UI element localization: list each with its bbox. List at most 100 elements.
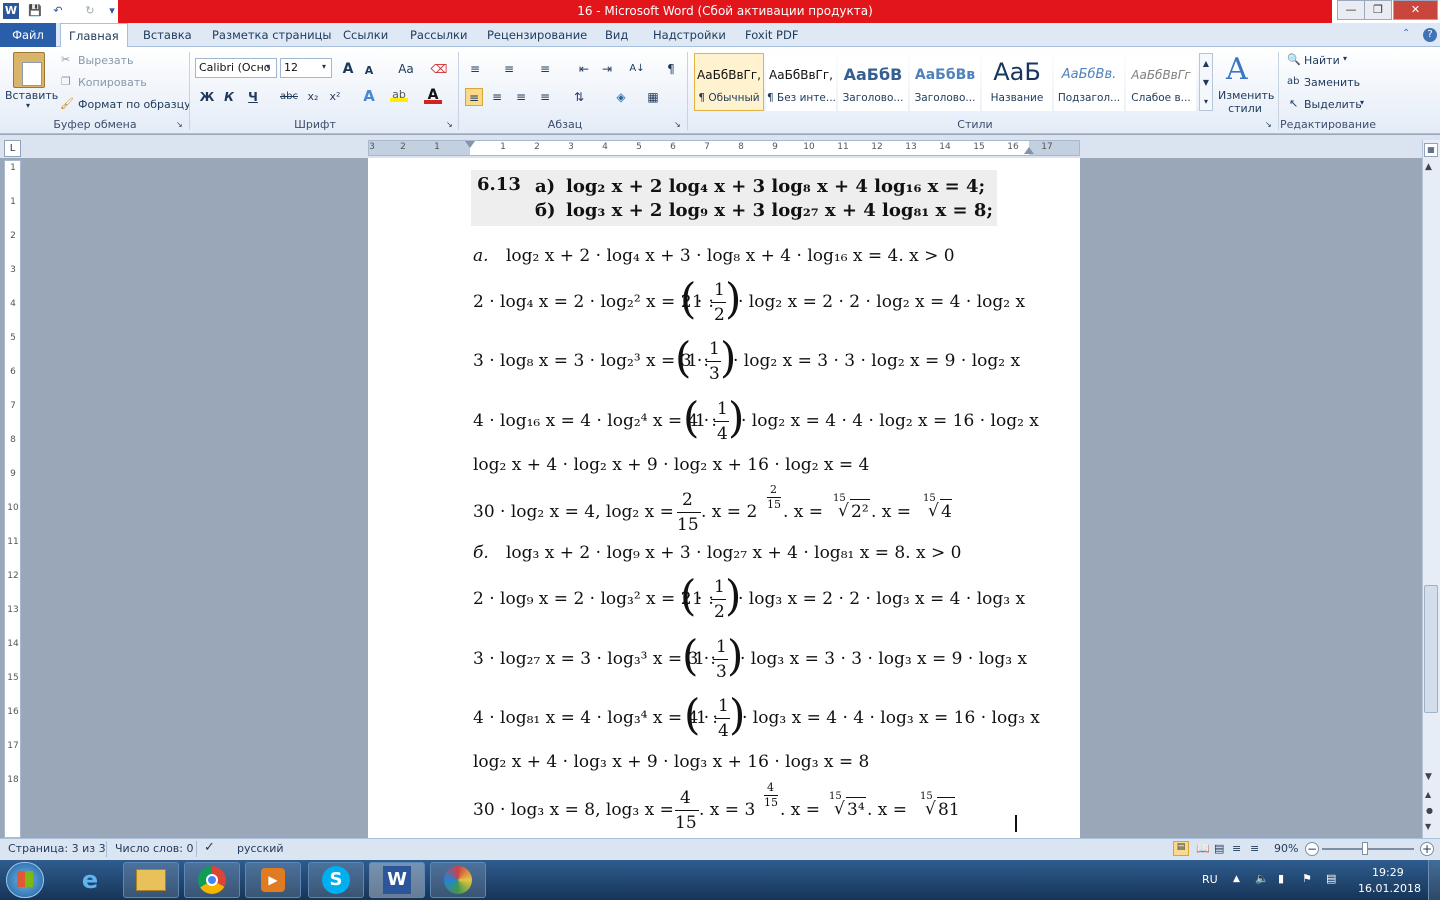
change-case-icon[interactable]: Aa [395, 60, 417, 78]
zoom-slider[interactable] [1322, 848, 1414, 850]
borders-icon[interactable]: ▦ [644, 88, 662, 106]
multilevel-list-icon[interactable]: ≡ [536, 60, 554, 78]
maximize-button[interactable]: ❐ [1364, 0, 1392, 20]
zoom-slider-thumb[interactable] [1362, 842, 1368, 855]
horizontal-ruler[interactable]: 3 2 1 1 2 3 4 5 6 7 8 9 10 11 12 13 14 1… [368, 140, 1080, 156]
tab-mailings[interactable]: Рассылки [402, 23, 475, 47]
align-center-icon[interactable]: ≡ [488, 88, 506, 106]
strikethrough-button[interactable]: abc [278, 88, 300, 106]
change-styles-button[interactable]: Изменить стили [1218, 89, 1274, 115]
draft-view-icon[interactable]: ≡ [1250, 842, 1259, 855]
word-icon[interactable]: W [3, 3, 19, 19]
find-button[interactable]: Найти [1304, 54, 1340, 67]
clipboard-launcher-icon[interactable]: ↘ [176, 120, 183, 129]
replace-button[interactable]: Заменить [1304, 76, 1360, 89]
find-dropdown-icon[interactable]: ▾ [1343, 54, 1347, 63]
undo-icon[interactable]: ↶ [50, 3, 66, 19]
prev-page-icon[interactable]: ▲ [1425, 790, 1431, 799]
style-no-spacing[interactable]: АаБбВвГг, ¶ Без инте... [766, 53, 836, 111]
save-icon[interactable]: 💾 [27, 3, 43, 19]
underline-button[interactable]: Ч [244, 88, 262, 106]
copy-button[interactable]: Копировать [78, 76, 147, 89]
tab-file[interactable]: Файл [0, 23, 56, 47]
italic-button[interactable]: К [220, 88, 238, 106]
font-name-combo[interactable]: Calibri (Осно [195, 58, 277, 78]
highlight-icon[interactable]: ab [390, 88, 408, 102]
numbering-icon[interactable]: ≡ [500, 60, 518, 78]
tab-foxit[interactable]: Foxit PDF [737, 23, 806, 47]
style-subtle-emphasis[interactable]: АаБбВвГг Слабое в... [1126, 53, 1196, 111]
battery-icon[interactable]: ▮ [1278, 872, 1284, 885]
paste-button[interactable]: Вставить [5, 89, 58, 102]
style-heading-1[interactable]: АаБбВ Заголово... [838, 53, 908, 111]
show-desktop-button[interactable] [1428, 860, 1440, 900]
zoom-level[interactable]: 90% [1274, 842, 1298, 855]
style-title[interactable]: АаБ Название [982, 53, 1052, 111]
tab-references[interactable]: Ссылки [335, 23, 396, 47]
justify-icon[interactable]: ≡ [536, 88, 554, 106]
scroll-up-icon[interactable]: ▲ [1425, 162, 1432, 172]
superscript-button[interactable]: x² [326, 88, 344, 106]
font-size-dropdown-icon[interactable]: ▾ [322, 62, 326, 71]
style-heading-2[interactable]: АаБбВв Заголово... [910, 53, 980, 111]
indent-marker[interactable] [465, 141, 475, 148]
increase-indent-icon[interactable]: ⇥ [598, 60, 616, 78]
align-right-icon[interactable]: ≡ [512, 88, 530, 106]
styles-launcher-icon[interactable]: ↘ [1265, 120, 1272, 129]
line-spacing-icon[interactable]: ⇅ [570, 88, 588, 106]
next-page-icon[interactable]: ▼ [1425, 822, 1431, 831]
print-layout-view-icon[interactable]: ▤ [1173, 841, 1189, 856]
close-button[interactable]: ✕ [1393, 0, 1438, 20]
decrease-indent-icon[interactable]: ⇤ [575, 60, 593, 78]
input-language[interactable]: RU [1202, 873, 1218, 886]
clear-formatting-icon[interactable]: ⌫ [430, 60, 448, 78]
select-dropdown-icon[interactable]: ▾ [1360, 98, 1364, 107]
page-count[interactable]: Страница: 3 из 3 [8, 842, 106, 855]
subscript-button[interactable]: x₂ [304, 88, 322, 106]
change-styles-icon[interactable]: A [1226, 52, 1248, 87]
word-count[interactable]: Число слов: 0 [115, 842, 194, 855]
tab-insert[interactable]: Вставка [135, 23, 200, 47]
clock-time[interactable]: 19:29 [1372, 866, 1404, 879]
tab-view[interactable]: Вид [597, 23, 636, 47]
tab-review[interactable]: Рецензирование [479, 23, 595, 47]
shading-icon[interactable]: ◈ [612, 88, 630, 106]
tab-selector-icon[interactable]: L [4, 140, 21, 157]
help-icon[interactable]: ? [1423, 28, 1437, 42]
minimize-button[interactable]: — [1337, 0, 1365, 20]
language-indicator[interactable]: русский [237, 842, 284, 855]
align-left-icon[interactable]: ≡ [465, 88, 483, 106]
paste-dropdown-icon[interactable]: ▾ [26, 101, 30, 110]
styles-scroll[interactable]: ▲ ▼ ▾ [1199, 53, 1213, 111]
scroll-down-icon[interactable]: ▼ [1425, 772, 1432, 782]
text-effects-icon[interactable]: A [360, 87, 378, 105]
web-layout-icon[interactable]: ▤ [1214, 842, 1224, 855]
style-subtitle[interactable]: АаБбВв. Подзагол... [1054, 53, 1124, 111]
font-launcher-icon[interactable]: ↘ [446, 120, 453, 129]
show-marks-icon[interactable]: ¶ [662, 60, 680, 78]
ribbon-collapse-icon[interactable]: ⌃ [1402, 28, 1410, 39]
bold-button[interactable]: Ж [198, 88, 216, 106]
tray-expand-icon[interactable]: ▲ [1233, 874, 1240, 884]
volume-icon[interactable]: 🔈 [1255, 872, 1269, 885]
zoom-out-icon[interactable]: − [1305, 842, 1319, 856]
tab-page-layout[interactable]: Разметка страницы [204, 23, 339, 47]
shrink-font-icon[interactable]: A [360, 62, 378, 80]
tab-addins[interactable]: Надстройки [645, 23, 734, 47]
select-button[interactable]: Выделить [1304, 98, 1362, 111]
zoom-in-icon[interactable]: + [1420, 842, 1434, 856]
vertical-scrollbar[interactable] [1422, 140, 1440, 838]
reading-view-icon[interactable]: 📖 [1196, 842, 1210, 855]
bullets-icon[interactable]: ≡ [466, 60, 484, 78]
format-painter-button[interactable]: Формат по образцу [78, 98, 191, 111]
network-icon[interactable]: ▤ [1326, 872, 1336, 885]
tab-home[interactable]: Главная [60, 23, 128, 48]
vertical-ruler[interactable]: 1 1 2 3 4 5 6 7 8 9 10 11 12 13 14 15 16… [4, 160, 21, 838]
outline-view-icon[interactable]: ≡ [1232, 842, 1241, 855]
cut-button[interactable]: Вырезать [78, 54, 133, 67]
sort-icon[interactable]: A↓ [628, 60, 646, 78]
proofing-icon[interactable]: ✓ [204, 840, 215, 855]
grow-font-icon[interactable]: A [339, 60, 357, 78]
ruler-toggle-icon[interactable]: ▦ [1424, 143, 1438, 157]
browse-object-icon[interactable]: ● [1426, 806, 1433, 815]
